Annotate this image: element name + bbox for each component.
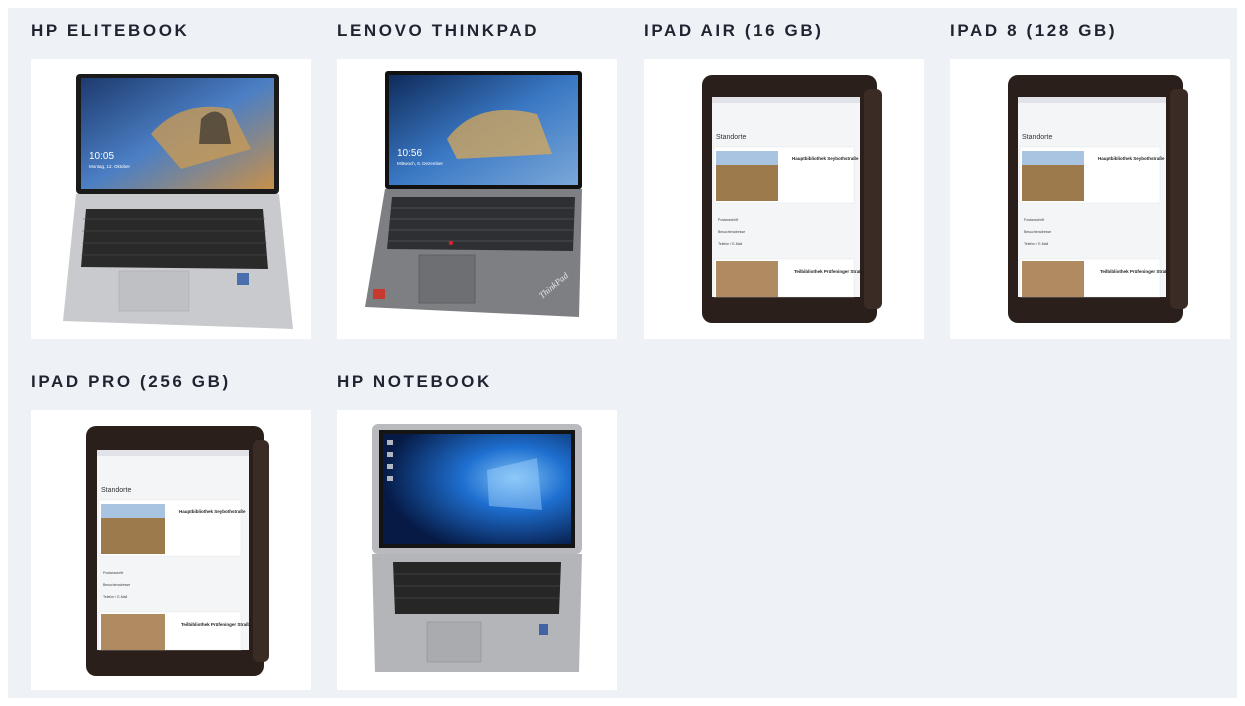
tablet-card-title: Hauptbibliothek Seybothstraße [179,509,246,514]
tablet-row: Postanschrift [718,218,738,222]
tablet-card-title: Teilbibliothek Prüfeninger Straße [1100,269,1171,274]
tablet-row: Telefon / E-Mail [718,242,742,246]
tablet-card-title: Teilbibliothek Prüfeninger Straße [794,269,865,274]
device-title: HP ELITEBOOK [31,21,190,40]
device-image-hp-elitebook[interactable]: 10:05 Montag, 12. Oktober [31,59,311,339]
laptop-photo-icon [372,424,582,672]
tablet-row: Postanschrift [103,571,123,575]
tablet-photo-icon: Standorte Hauptbibliothek Seybothstraße … [702,75,882,323]
tablet-row: Besucheradresse [718,230,745,234]
device-gallery: HP ELITEBOOK 10:05 Montag, 12. Oktober L… [8,8,1237,698]
tablet-row: Telefon / E-Mail [1024,242,1048,246]
tablet-card-title: Teilbibliothek Prüfeninger Straße [181,622,252,627]
device-image-hp-notebook[interactable] [337,410,617,690]
device-image-ipad-air[interactable]: Standorte Hauptbibliothek Seybothstraße … [644,59,924,339]
tablet-card-title: Hauptbibliothek Seybothstraße [792,156,859,161]
device-title: IPAD 8 (128 GB) [950,21,1118,40]
device-title: IPAD AIR (16 GB) [644,21,824,40]
tablet-row: Besucheradresse [103,583,130,587]
tablet-photo-icon: Standorte Hauptbibliothek Seybothstraße … [1008,75,1188,323]
device-title: HP NOTEBOOK [337,372,492,391]
laptop-photo-icon: 10:56 Mittwoch, 8. Dezember ThinkPad [365,71,582,317]
device-title: IPAD PRO (256 GB) [31,372,231,391]
tablet-photo-icon: Standorte Hauptbibliothek Seybothstraße … [86,426,269,676]
tablet-row: Besucheradresse [1024,230,1051,234]
device-image-ipad-8[interactable]: Standorte Hauptbibliothek Seybothstraße … [950,59,1230,339]
lock-screen-time: 10:05 [89,151,114,162]
lock-screen-time: 10:56 [397,148,422,159]
tablet-card-title: Hauptbibliothek Seybothstraße [1098,156,1165,161]
tablet-row: Telefon / E-Mail [103,595,127,599]
tablet-screen-heading: Standorte [1022,134,1052,141]
device-image-ipad-pro[interactable]: Standorte Hauptbibliothek Seybothstraße … [31,410,311,690]
lock-screen-date: Montag, 12. Oktober [89,164,131,169]
device-image-lenovo-thinkpad[interactable]: 10:56 Mittwoch, 8. Dezember ThinkPad [337,59,617,339]
tablet-row: Postanschrift [1024,218,1044,222]
tablet-screen-heading: Standorte [716,134,746,141]
device-title: LENOVO THINKPAD [337,21,540,40]
tablet-screen-heading: Standorte [101,487,131,494]
lock-screen-date: Mittwoch, 8. Dezember [397,161,444,166]
laptop-photo-icon: 10:05 Montag, 12. Oktober [63,74,293,329]
